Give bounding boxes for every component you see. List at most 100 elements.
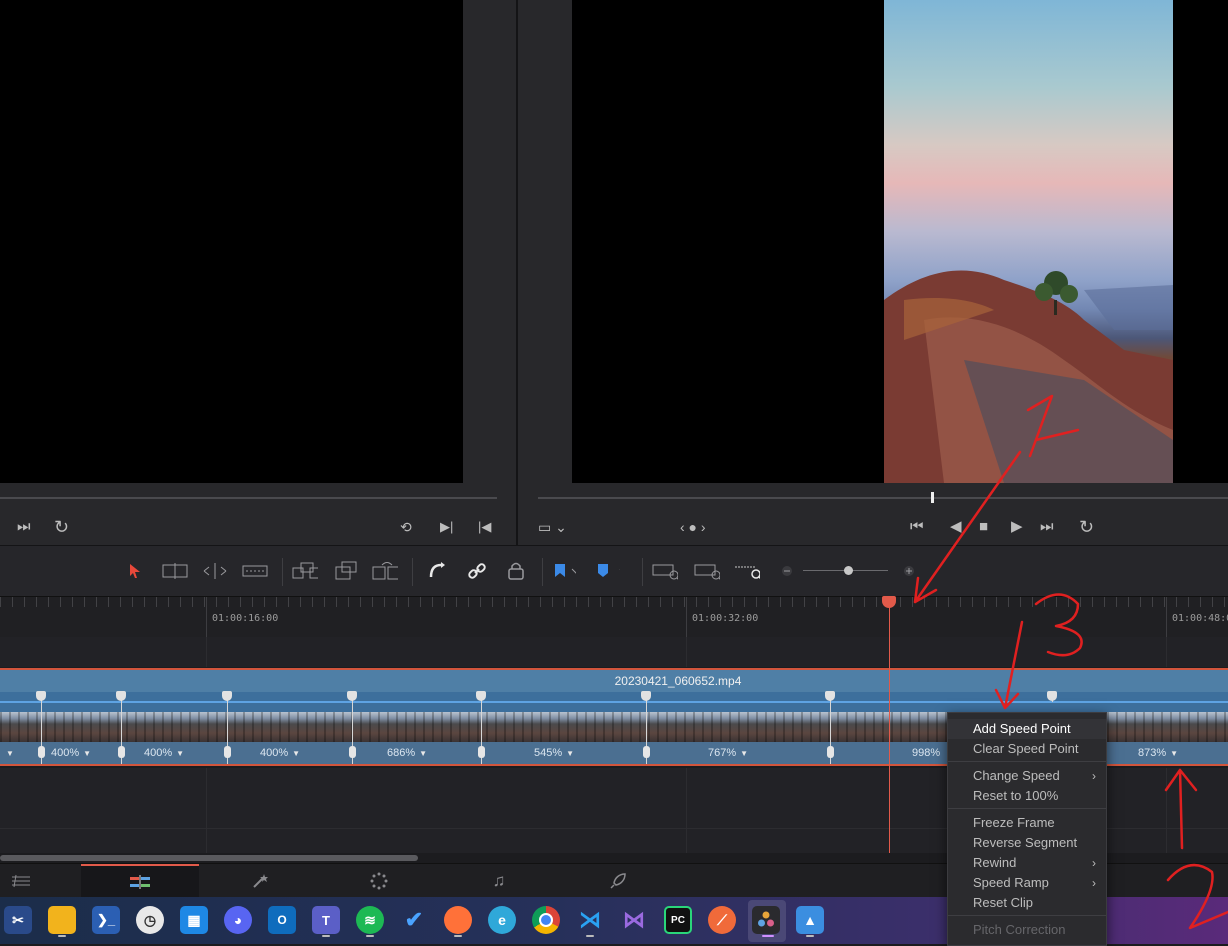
- speed-label[interactable]: 686% ▼: [387, 747, 427, 759]
- zoom-slider-thumb[interactable]: [844, 566, 853, 575]
- edge-icon[interactable]: e: [488, 906, 516, 934]
- scrubber-handle[interactable]: [931, 492, 934, 503]
- speed-label[interactable]: 998%: [912, 747, 940, 759]
- video-frame: [884, 0, 1173, 483]
- menu-item-add-speed-point[interactable]: Add Speed Point: [948, 719, 1106, 739]
- marker-icon[interactable]: [594, 560, 620, 582]
- zoom-in-icon[interactable]: [896, 560, 922, 582]
- overwrite-clip-icon[interactable]: [333, 560, 359, 582]
- spotify-icon[interactable]: ≋: [356, 906, 384, 934]
- davinci-resolve-icon[interactable]: [752, 906, 780, 934]
- insert-clip-icon[interactable]: [292, 560, 318, 582]
- playhead-line[interactable]: [889, 600, 890, 853]
- skip-forward-icon[interactable]: ⏭: [17, 517, 31, 537]
- source-transport-bar: ⏭ ↻ ⟲ ▶| |◀: [0, 483, 516, 545]
- zoom-out-icon[interactable]: [774, 560, 800, 582]
- selection-arrow-icon[interactable]: [122, 560, 148, 582]
- play-icon[interactable]: ▶: [1011, 517, 1023, 537]
- timeline-scrubber[interactable]: [538, 497, 1228, 499]
- play-reverse-icon[interactable]: ◀: [950, 517, 962, 537]
- speed-label[interactable]: 545% ▼: [534, 747, 574, 759]
- mark-in-icon[interactable]: |◀: [478, 517, 491, 537]
- replace-clip-icon[interactable]: [372, 560, 398, 582]
- speed-dropdown-arrow[interactable]: ▼: [2, 747, 14, 759]
- speed-point[interactable]: [825, 691, 835, 764]
- clock-icon[interactable]: ◷: [136, 906, 164, 934]
- teams-icon[interactable]: T: [312, 906, 340, 934]
- speed-point[interactable]: [347, 691, 357, 764]
- speed-label[interactable]: 873% ▼: [1138, 747, 1178, 759]
- speed-label[interactable]: 400% ▼: [51, 747, 91, 759]
- mark-out-icon[interactable]: ▶|: [440, 517, 453, 537]
- calendar-icon[interactable]: ▦: [180, 906, 208, 934]
- speed-point[interactable]: [116, 691, 126, 764]
- menu-item-reverse-segment[interactable]: Reverse Segment: [948, 833, 1106, 853]
- fairlight-page-tab[interactable]: ♫: [440, 864, 558, 898]
- pycharm-icon[interactable]: PC: [664, 906, 692, 934]
- flag-icon[interactable]: [550, 560, 576, 582]
- snipping-tool-icon[interactable]: ✂: [4, 906, 32, 934]
- match-frame-icon[interactable]: ⟲: [400, 517, 412, 537]
- video-track-empty[interactable]: [0, 637, 1228, 667]
- speed-label[interactable]: 400% ▼: [144, 747, 184, 759]
- app-orange-icon[interactable]: ⟋: [708, 906, 736, 934]
- speed-point[interactable]: [222, 691, 232, 764]
- speed-line: [0, 701, 1228, 703]
- powershell-icon[interactable]: ❯_: [92, 906, 120, 934]
- deliver-page-tab[interactable]: [559, 864, 677, 898]
- jump-to-start-icon[interactable]: ⏮: [910, 517, 924, 537]
- timeline-ruler[interactable]: 01:00:16:00 01:00:32:00 01:00:48:00: [0, 596, 1228, 637]
- speed-point[interactable]: [641, 691, 651, 764]
- chevron-right-icon: ›: [1092, 769, 1096, 783]
- menu-item-clear-speed-point[interactable]: Clear Speed Point: [948, 739, 1106, 759]
- discord-icon[interactable]: ◕: [224, 906, 252, 934]
- menu-item-reset-clip[interactable]: Reset Clip: [948, 893, 1106, 913]
- viewer-size-icon[interactable]: ▭ ⌄: [538, 517, 567, 537]
- deliver-page-icon: [610, 873, 626, 889]
- todo-icon[interactable]: ✔: [400, 906, 428, 934]
- outlook-icon[interactable]: O: [268, 906, 296, 934]
- speed-label[interactable]: 767% ▼: [708, 747, 748, 759]
- edit-page-tab[interactable]: [81, 864, 199, 898]
- menu-item-speed-ramp[interactable]: Speed Ramp ›: [948, 873, 1106, 893]
- stop-icon[interactable]: ■: [979, 517, 988, 537]
- loop-icon[interactable]: ↻: [54, 517, 69, 537]
- speed-point[interactable]: [36, 691, 46, 764]
- file-explorer-icon[interactable]: [48, 906, 76, 934]
- blade-icon[interactable]: [242, 560, 268, 582]
- vscode-icon[interactable]: ⋊: [576, 906, 604, 934]
- menu-item-reset-to-100[interactable]: Reset to 100%: [948, 786, 1106, 806]
- zoom-detail-icon[interactable]: [694, 560, 720, 582]
- menu-item-rewind[interactable]: Rewind ›: [948, 853, 1106, 873]
- color-page-icon: [370, 872, 388, 890]
- visual-studio-icon[interactable]: ⋈: [620, 906, 648, 934]
- loop-icon[interactable]: ↻: [1079, 517, 1094, 537]
- photos-icon[interactable]: ▲: [796, 906, 824, 934]
- color-page-tab[interactable]: [320, 864, 438, 898]
- menu-item-freeze-frame[interactable]: Freeze Frame: [948, 813, 1106, 833]
- source-scrubber[interactable]: [0, 497, 497, 499]
- zoom-full-icon[interactable]: [652, 560, 678, 582]
- chrome-icon[interactable]: [532, 906, 560, 934]
- snapping-icon[interactable]: [424, 560, 450, 582]
- speed-points-lane[interactable]: [0, 692, 1228, 712]
- menu-item-change-speed[interactable]: Change Speed ›: [948, 766, 1106, 786]
- speed-point[interactable]: [476, 691, 486, 764]
- trim-edit-icon[interactable]: [162, 560, 188, 582]
- speed-point[interactable]: [1047, 691, 1057, 702]
- dynamic-trim-icon[interactable]: [202, 560, 228, 582]
- jog-control[interactable]: ‹ ● ›: [680, 517, 706, 537]
- zoom-custom-icon[interactable]: [734, 560, 760, 582]
- position-lock-icon[interactable]: [503, 560, 529, 582]
- source-viewer[interactable]: [0, 0, 463, 483]
- jump-to-end-icon[interactable]: ⏭: [1040, 517, 1054, 537]
- cut-page-tab[interactable]: [0, 864, 80, 898]
- firefox-icon[interactable]: [444, 906, 472, 934]
- timeline-scrollbar[interactable]: [0, 855, 418, 861]
- fusion-page-tab[interactable]: [201, 864, 319, 898]
- zoom-slider[interactable]: [803, 566, 888, 575]
- linked-selection-icon[interactable]: [464, 560, 490, 582]
- speed-label[interactable]: 400% ▼: [260, 747, 300, 759]
- viewer-divider: [516, 0, 518, 545]
- clip-header[interactable]: 20230421_060652.mp4: [0, 668, 1228, 692]
